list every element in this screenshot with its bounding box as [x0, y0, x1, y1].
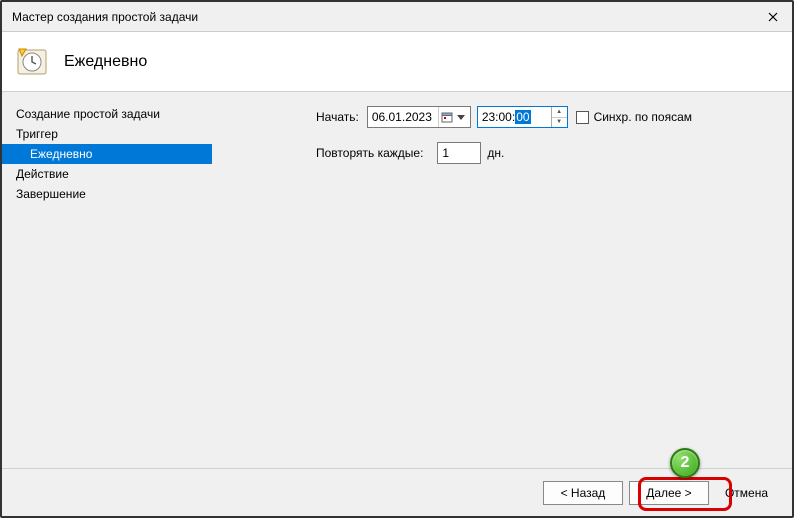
- step-daily[interactable]: Ежедневно: [2, 144, 212, 164]
- wizard-footer: < Назад Далее > Отмена: [2, 468, 792, 516]
- step-action[interactable]: Действие: [2, 164, 212, 184]
- step-finish[interactable]: Завершение: [2, 184, 212, 204]
- time-seconds-selected[interactable]: 00: [515, 110, 530, 124]
- spinner-down-icon[interactable]: ▼: [552, 118, 567, 128]
- sync-timezones-label: Синхр. по поясам: [594, 110, 692, 124]
- date-dropdown-icon[interactable]: [454, 107, 468, 127]
- spinner-up-icon[interactable]: ▲: [552, 107, 567, 118]
- window-title: Мастер создания простой задачи: [12, 10, 198, 24]
- step-create-basic-task[interactable]: Создание простой задачи: [2, 104, 212, 124]
- start-date-value: 06.01.2023: [372, 110, 436, 124]
- time-spinner[interactable]: ▲ ▼: [551, 107, 567, 127]
- time-prefix: 23:00:: [482, 110, 515, 124]
- next-button[interactable]: Далее >: [629, 481, 709, 505]
- step-trigger[interactable]: Триггер: [2, 124, 212, 144]
- wizard-content: Начать: 06.01.2023 23:0: [212, 92, 792, 468]
- start-label: Начать:: [316, 110, 359, 124]
- calendar-icon[interactable]: [438, 107, 454, 127]
- wizard-window: Мастер создания простой задачи Ежедневно…: [0, 0, 794, 518]
- page-title: Ежедневно: [64, 53, 147, 71]
- titlebar: Мастер создания простой задачи: [2, 2, 792, 32]
- recur-label: Повторять каждые:: [316, 146, 423, 160]
- recur-every-input[interactable]: [437, 142, 481, 164]
- task-scheduler-icon: [16, 46, 48, 78]
- start-date-picker[interactable]: 06.01.2023: [367, 106, 471, 128]
- wizard-steps-sidebar: Создание простой задачи Триггер Ежедневн…: [2, 92, 212, 468]
- start-time-picker[interactable]: 23:00:00 ▲ ▼: [477, 106, 568, 128]
- back-button[interactable]: < Назад: [543, 481, 623, 505]
- wizard-header: Ежедневно: [2, 32, 792, 92]
- sync-timezones-checkbox[interactable]: [576, 111, 589, 124]
- cancel-button[interactable]: Отмена: [715, 481, 778, 505]
- wizard-body: Создание простой задачи Триггер Ежедневн…: [2, 92, 792, 468]
- close-button[interactable]: [762, 6, 784, 28]
- recur-unit: дн.: [487, 146, 504, 160]
